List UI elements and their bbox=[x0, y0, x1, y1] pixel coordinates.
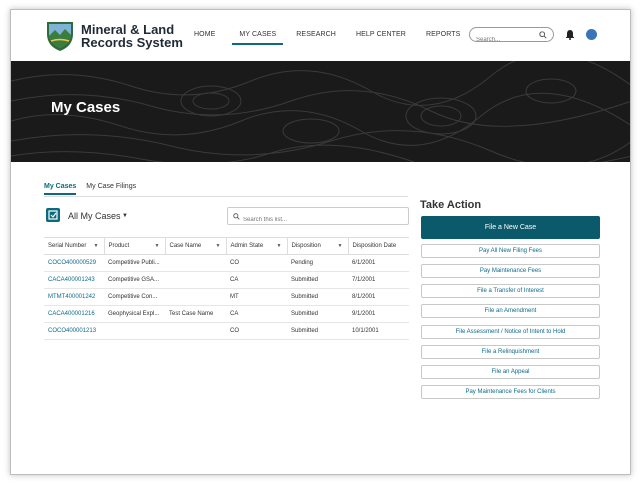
product-cell bbox=[104, 322, 165, 340]
column-header[interactable]: Case Name ▼ bbox=[164, 237, 226, 255]
table-row: COCO400000529 Competitive Publi... CO Pe… bbox=[44, 254, 409, 272]
chevron-down-icon[interactable]: ▼ bbox=[216, 243, 221, 249]
nav-my-cases[interactable]: MY CASES bbox=[232, 31, 284, 45]
disposition-cell: Submitted bbox=[287, 271, 348, 289]
column-header[interactable]: Product ▼ bbox=[103, 237, 165, 255]
file-amendment-button[interactable]: File an Amendment bbox=[421, 304, 600, 318]
disposition-cell: Submitted bbox=[287, 322, 348, 340]
chevron-down-icon[interactable]: ▼ bbox=[94, 243, 99, 249]
file-new-case-button[interactable]: File a New Case bbox=[421, 216, 600, 239]
case-name-cell bbox=[165, 254, 226, 272]
tab-my-case-filings[interactable]: My Case Filings bbox=[86, 183, 136, 195]
tab-my-cases[interactable]: My Cases bbox=[44, 183, 77, 195]
admin-state-cell: CO bbox=[226, 322, 287, 340]
main-nav: HOME MY CASES RESEARCH HELP CENTER REPOR… bbox=[187, 31, 467, 45]
pay-maintenance-fees-button[interactable]: Pay Maintenance Fees bbox=[421, 264, 600, 278]
disposition-date-cell: 8/1/2001 bbox=[348, 288, 409, 306]
disposition-cell: Submitted bbox=[287, 305, 348, 323]
column-header-label: Disposition bbox=[291, 243, 321, 249]
case-name-cell: Test Case Name bbox=[165, 305, 226, 323]
column-header-label: Serial Number bbox=[48, 243, 87, 249]
chevron-down-icon[interactable]: ▼ bbox=[338, 243, 343, 249]
admin-state-cell: CA bbox=[226, 305, 287, 323]
file-appeal-button[interactable]: File an Appeal bbox=[421, 365, 600, 379]
column-header-label: Admin State bbox=[230, 243, 264, 249]
column-header[interactable]: Disposition ▼ bbox=[286, 237, 348, 255]
global-search bbox=[469, 27, 554, 46]
site-header: Mineral & Land Records System HOME MY CA… bbox=[11, 10, 630, 61]
table-row: CACA400001243 Competitive GSA... CA Subm… bbox=[44, 271, 409, 289]
chevron-down-icon[interactable]: ▼ bbox=[122, 213, 128, 219]
global-search-input[interactable] bbox=[476, 34, 538, 46]
table-header-row: Serial Number ▼ Product ▼ Case Name ▼ Admin… bbox=[44, 237, 409, 255]
disposition-date-cell: 9/1/2001 bbox=[348, 305, 409, 323]
file-transfer-of-interest-button[interactable]: File a Transfer of Interest bbox=[421, 284, 600, 298]
column-header-label: Case Name bbox=[169, 243, 202, 249]
case-tabs: My Cases My Case Filings bbox=[44, 183, 136, 195]
disposition-date-cell: 6/1/2001 bbox=[348, 254, 409, 272]
admin-state-cell: MT bbox=[226, 288, 287, 306]
search-icon[interactable] bbox=[539, 31, 547, 39]
serial-number-link[interactable]: COCO400000529 bbox=[44, 254, 104, 272]
take-action-title: Take Action bbox=[420, 199, 482, 211]
disposition-date-cell: 10/1/2001 bbox=[348, 322, 409, 340]
serial-number-link[interactable]: MTMT400001242 bbox=[44, 288, 104, 306]
blm-logo bbox=[47, 22, 73, 51]
product-cell: Geophysical Expl... bbox=[104, 305, 165, 323]
product-cell: Competitive GSA... bbox=[104, 271, 165, 289]
list-view-icon bbox=[46, 208, 60, 222]
file-assessment-notice-button[interactable]: File Assessment / Notice of Intent to Ho… bbox=[421, 325, 600, 339]
column-header[interactable]: Admin State ▼ bbox=[225, 237, 287, 255]
list-view-selector[interactable]: All My Cases bbox=[68, 211, 121, 221]
serial-number-link[interactable]: CACA400001243 bbox=[44, 271, 104, 289]
case-name-cell bbox=[165, 322, 226, 340]
serial-number-link[interactable]: COCO400001213 bbox=[44, 322, 104, 340]
chevron-down-icon[interactable]: ▼ bbox=[277, 243, 282, 249]
column-header-label: Disposition Date bbox=[352, 243, 397, 249]
column-header-label: Product bbox=[108, 243, 130, 249]
product-cell: Competitive Publi... bbox=[104, 254, 165, 272]
disposition-date-cell: 7/1/2001 bbox=[348, 271, 409, 289]
list-search-input[interactable] bbox=[243, 217, 393, 223]
app-title[interactable]: Mineral & Land Records System bbox=[81, 23, 183, 49]
nav-help-center[interactable]: HELP CENTER bbox=[349, 31, 413, 45]
chevron-down-icon[interactable]: ▼ bbox=[155, 243, 160, 249]
file-relinquishment-button[interactable]: File a Relinquishment bbox=[421, 345, 600, 359]
admin-state-cell: CO bbox=[226, 254, 287, 272]
page-title: My Cases bbox=[51, 99, 121, 116]
nav-home[interactable]: HOME bbox=[187, 31, 222, 45]
case-name-cell bbox=[165, 271, 226, 289]
table-row: CACA400001216 Geophysical Expl... Test C… bbox=[44, 305, 409, 323]
disposition-cell: Pending bbox=[287, 254, 348, 272]
table-row: COCO400001213 CO Submitted 10/1/2001 bbox=[44, 322, 409, 340]
nav-reports[interactable]: REPORTS bbox=[419, 31, 467, 45]
main-content: My Cases My Case Filings All My Cases ▼ … bbox=[11, 162, 630, 474]
disposition-cell: Submitted bbox=[287, 288, 348, 306]
column-header[interactable]: Disposition Date bbox=[347, 237, 409, 255]
serial-number-link[interactable]: CACA400001216 bbox=[44, 305, 104, 323]
case-name-cell bbox=[165, 288, 226, 306]
app-window: Mineral & Land Records System HOME MY CA… bbox=[10, 9, 631, 475]
pay-maintenance-fees-for-clients-button[interactable]: Pay Maintenance Fees for Clients bbox=[421, 385, 600, 399]
search-icon bbox=[233, 213, 240, 220]
product-cell: Competitive Con... bbox=[104, 288, 165, 306]
user-avatar-icon[interactable] bbox=[586, 29, 597, 40]
column-header[interactable]: Serial Number ▼ bbox=[44, 237, 104, 255]
bell-icon[interactable] bbox=[565, 29, 575, 40]
hero-banner: My Cases bbox=[11, 61, 630, 162]
list-search bbox=[227, 207, 409, 225]
cases-table: Serial Number ▼ Product ▼ Case Name ▼ Admin… bbox=[44, 237, 409, 340]
table-row: MTMT400001242 Competitive Con... MT Subm… bbox=[44, 288, 409, 306]
nav-research[interactable]: RESEARCH bbox=[289, 31, 343, 45]
pay-all-new-filing-fees-button[interactable]: Pay All New Filing Fees bbox=[421, 244, 600, 258]
app-title-line2: Records System bbox=[81, 35, 183, 50]
tabs-divider bbox=[44, 196, 408, 197]
admin-state-cell: CA bbox=[226, 271, 287, 289]
